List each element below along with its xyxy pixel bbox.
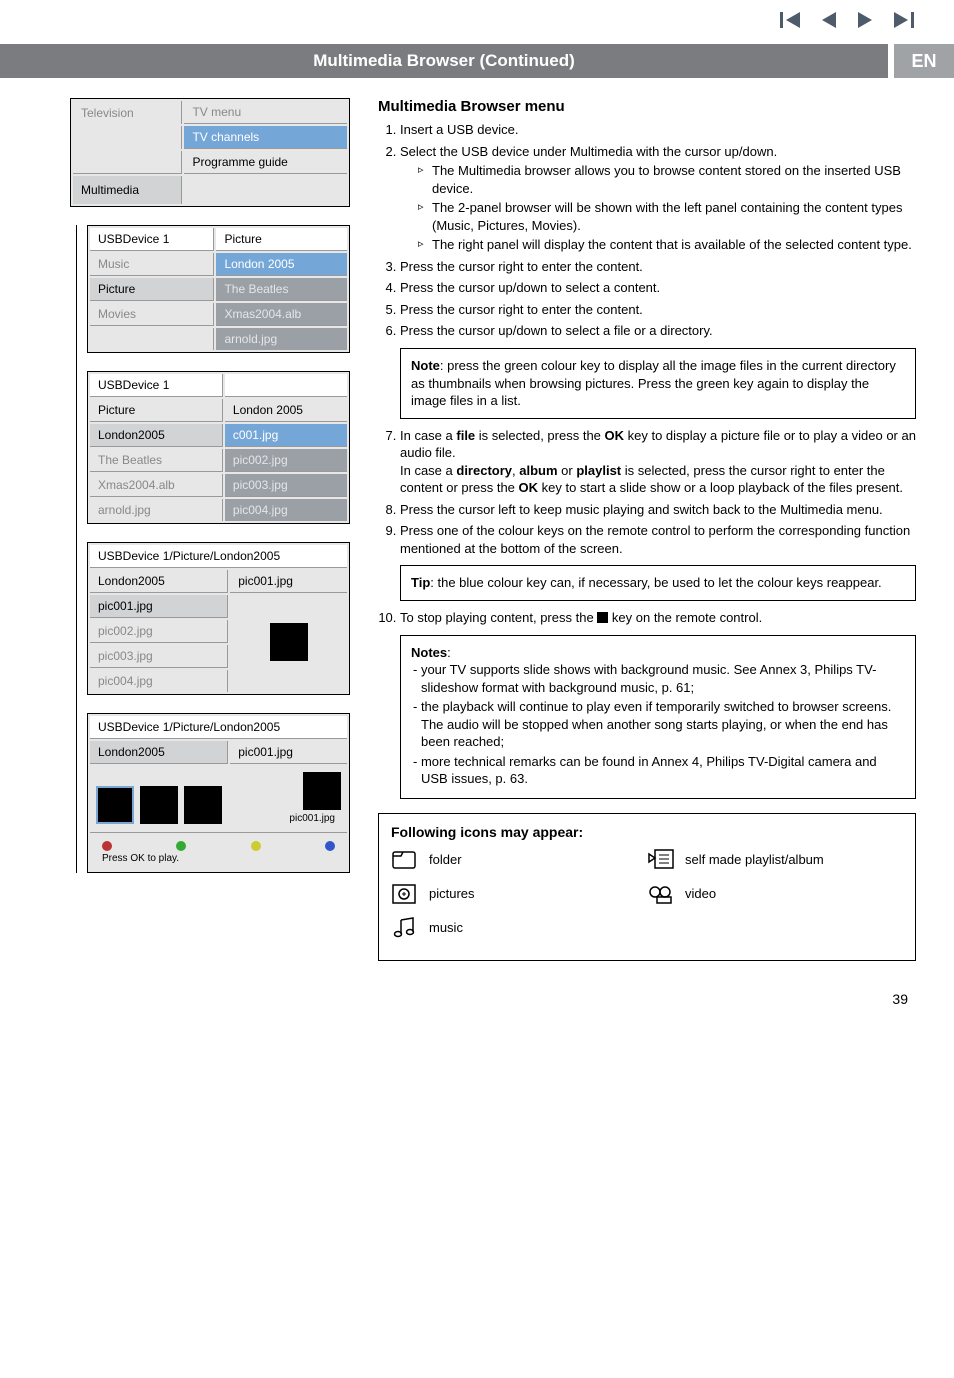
list-item: London 2005 [225,399,347,422]
menu-item: Multimedia [73,176,182,204]
panel-header: Picture [216,228,347,251]
menu-panel-2: USBDevice 1 Picture MusicLondon 2005 Pic… [87,225,350,353]
tip-box: Tip: the blue colour key can, if necessa… [400,565,916,601]
skip-next-icon[interactable] [892,12,914,28]
list-item: Movies [90,303,214,326]
instruction-list: To stop playing content, press the key o… [378,609,916,627]
stop-key-icon [597,612,608,623]
step: Press the cursor right to enter the cont… [400,301,916,319]
substep: The right panel will display the content… [418,236,916,254]
step: Press one of the colour keys on the remo… [400,522,916,557]
list-item: pic003.jpg [90,645,228,668]
menu-item: Programme guide [184,151,347,174]
page-title: Multimedia Browser (Continued) [0,44,888,78]
step: Insert a USB device. [400,121,916,139]
top-nav [0,0,954,40]
blue-key-icon [325,841,335,851]
list-item: The Beatles [216,278,347,301]
playlist-icon [647,848,675,872]
list-item: pic001.jpg [230,570,347,593]
list-item: pic004.jpg [90,670,228,692]
note-item: - your TV supports slide shows with back… [411,661,905,696]
play-next-icon[interactable] [856,12,874,28]
menu-item: TV channels [184,126,347,149]
section-heading: Multimedia Browser menu [378,98,916,115]
menu-panel-5: USBDevice 1/Picture/London2005 London200… [87,713,350,873]
yellow-key-icon [251,841,261,851]
list-item: London2005 [90,570,228,593]
hint-text: Press OK to play. [90,853,347,870]
play-prev-icon[interactable] [820,12,838,28]
step: Press the cursor left to keep music play… [400,501,916,519]
list-item: c001.jpg [225,424,347,447]
list-item: pic003.jpg [225,474,347,497]
list-item: London2005 [90,424,223,447]
list-item: Xmas2004.alb [216,303,347,326]
notes-box: Notes: - your TV supports slide shows wi… [400,635,916,799]
list-item: Music [90,253,214,276]
note-box: Note: press the green colour key to disp… [400,348,916,419]
list-item: London2005 [90,741,228,764]
step: Select the USB device under Multimedia w… [400,143,916,254]
list-item: pic001.jpg [90,595,228,618]
note-item: - more technical remarks can be found in… [411,753,905,788]
thumbnail-caption: pic001.jpg [228,813,341,824]
step: In case a file is selected, press the OK… [400,427,916,497]
menu-panel-4: USBDevice 1/Picture/London2005 London200… [87,542,350,695]
green-key-icon [176,841,186,851]
instruction-list: Insert a USB device. Select the USB devi… [378,121,916,340]
list-item: Picture [90,278,214,301]
list-item: pic001.jpg [230,741,347,764]
icon-legend-heading: Following icons may appear: [391,824,903,840]
menu-item: Television [73,101,182,124]
menu-panel-1: Television TV menu TV channels Programme… [70,98,350,207]
substep: The 2-panel browser will be shown with t… [418,199,916,234]
breadcrumb: USBDevice 1/Picture/London2005 [90,545,347,568]
thumbnail [96,786,134,824]
icon-legend: Following icons may appear: folder pictu… [378,813,916,961]
pictures-icon [391,882,419,906]
thumbnail [303,772,341,810]
list-item: London 2005 [216,253,347,276]
step: Press the cursor up/down to select a fil… [400,322,916,340]
step: To stop playing content, press the key o… [400,609,916,627]
left-column: Television TV menu TV channels Programme… [70,98,350,961]
music-icon [391,916,419,940]
list-item: pic004.jpg [225,499,347,521]
step: Press the cursor up/down to select a con… [400,279,916,297]
panel-header: USBDevice 1 [90,374,223,397]
list-item: Xmas2004.alb [90,474,223,497]
menu-panel-3: USBDevice 1 PictureLondon 2005 London200… [87,371,350,524]
skip-prev-icon[interactable] [780,12,802,28]
thumbnail [270,623,308,661]
video-icon [647,882,675,906]
content-column: Multimedia Browser menu Insert a USB dev… [378,98,916,961]
instruction-list: In case a file is selected, press the OK… [378,427,916,558]
list-item: The Beatles [90,449,223,472]
title-bar: Multimedia Browser (Continued) EN [0,44,954,78]
panel-header: USBDevice 1 [90,228,214,251]
thumbnail [184,786,222,824]
list-item: arnold.jpg [90,499,223,521]
step: Press the cursor right to enter the cont… [400,258,916,276]
list-item: pic002.jpg [225,449,347,472]
folder-icon [391,848,419,872]
list-item: Picture [90,399,223,422]
menu-item: TV menu [184,101,347,124]
note-item: - the playback will continue to play eve… [411,698,905,751]
list-item: arnold.jpg [216,328,347,350]
substep: The Multimedia browser allows you to bro… [418,162,916,197]
thumbnail [140,786,178,824]
red-key-icon [102,841,112,851]
page-number: 39 [0,961,954,1027]
list-item: pic002.jpg [90,620,228,643]
language-badge: EN [894,44,954,78]
breadcrumb: USBDevice 1/Picture/London2005 [90,716,347,739]
